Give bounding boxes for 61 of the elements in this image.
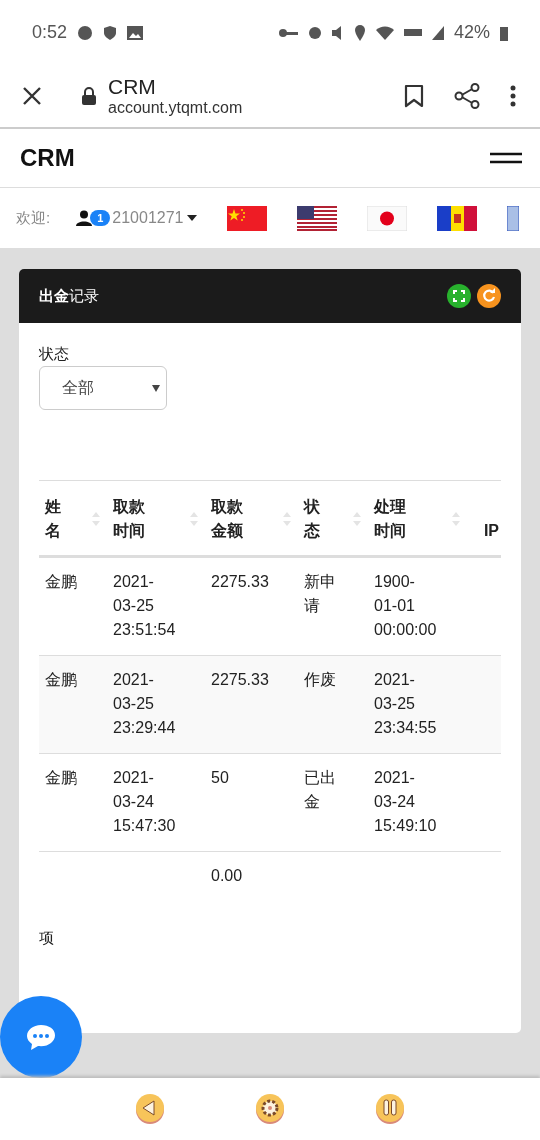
user-menu[interactable]: 1 21001271 xyxy=(76,209,198,227)
image-icon xyxy=(127,25,144,40)
table-cell: 新申请 xyxy=(298,556,368,656)
table-cell: 作废 xyxy=(298,655,368,754)
chat-icon xyxy=(25,1023,57,1051)
back-icon[interactable] xyxy=(135,1094,165,1124)
flag-icon[interactable] xyxy=(437,205,478,231)
table-cell: 2275.33 xyxy=(205,556,298,656)
shield-icon xyxy=(103,24,118,41)
user-icon xyxy=(76,210,93,226)
welcome-label: 欢迎: xyxy=(16,208,51,228)
page-url: account.ytqmt.com xyxy=(108,99,243,117)
table-cell: 金鹏 xyxy=(39,753,107,852)
table-cell: 金鹏 xyxy=(39,655,107,754)
share-icon[interactable] xyxy=(454,83,480,109)
column-header[interactable]: 取款金额 xyxy=(205,480,298,557)
table-cell: 2275.33 xyxy=(205,655,298,754)
mute-icon xyxy=(331,24,344,41)
pause-icon[interactable] xyxy=(375,1094,405,1124)
battery-icon xyxy=(500,24,508,41)
caret-icon xyxy=(152,384,160,392)
location-icon xyxy=(353,24,366,41)
table-info: 项 xyxy=(39,929,54,948)
wifi-icon xyxy=(375,25,394,40)
signal-icon xyxy=(431,25,444,40)
table-cell: 50 xyxy=(205,753,298,852)
flag-icon[interactable] xyxy=(297,205,338,231)
filter-label: 状态 xyxy=(39,345,69,364)
refresh-icon[interactable] xyxy=(477,284,501,308)
table-cell: 金鹏 xyxy=(39,556,107,656)
key-icon xyxy=(277,27,298,38)
site-logo[interactable]: CRM xyxy=(20,144,75,172)
column-header[interactable]: 状态 xyxy=(298,480,368,557)
table-cell: 2021-03-25 23:34:55 xyxy=(368,655,467,754)
column-header[interactable]: IP xyxy=(467,480,501,557)
notification-badge: 1 xyxy=(90,210,111,226)
table-cell: 已出金 xyxy=(298,753,368,852)
table-cell: 2021-03-25 23:51:54 xyxy=(107,556,205,656)
more-icon[interactable] xyxy=(510,85,516,107)
close-icon[interactable] xyxy=(22,86,42,106)
caret-icon xyxy=(187,215,198,221)
table-cell: 2021-03-24 15:47:30 xyxy=(107,753,205,852)
menu-icon[interactable] xyxy=(490,152,522,164)
flag-icon[interactable] xyxy=(227,205,268,231)
bookmark-icon[interactable] xyxy=(404,84,424,108)
status-time: 0:52 xyxy=(32,22,68,43)
column-header[interactable]: 处理时间 xyxy=(368,480,467,557)
column-header[interactable]: 姓名 xyxy=(39,480,107,557)
table-cell: 2021-03-24 15:49:10 xyxy=(368,753,467,852)
status-select[interactable]: 全部 xyxy=(39,366,167,410)
lock-icon xyxy=(82,87,96,105)
page-title: CRM xyxy=(108,75,156,99)
table-cell: 2021-03-25 23:29:44 xyxy=(107,655,205,754)
fullscreen-icon[interactable] xyxy=(447,284,471,308)
battery-level: 42% xyxy=(453,22,490,43)
total-cell: 0.00 xyxy=(205,851,298,901)
settings-icon[interactable] xyxy=(255,1094,285,1124)
column-header[interactable]: 取款时间 xyxy=(107,480,205,557)
account-number: 21001271 xyxy=(112,209,184,227)
table-cell: 1900-01-01 00:00:00 xyxy=(368,556,467,656)
panel-title: 出金记录 xyxy=(39,286,99,306)
